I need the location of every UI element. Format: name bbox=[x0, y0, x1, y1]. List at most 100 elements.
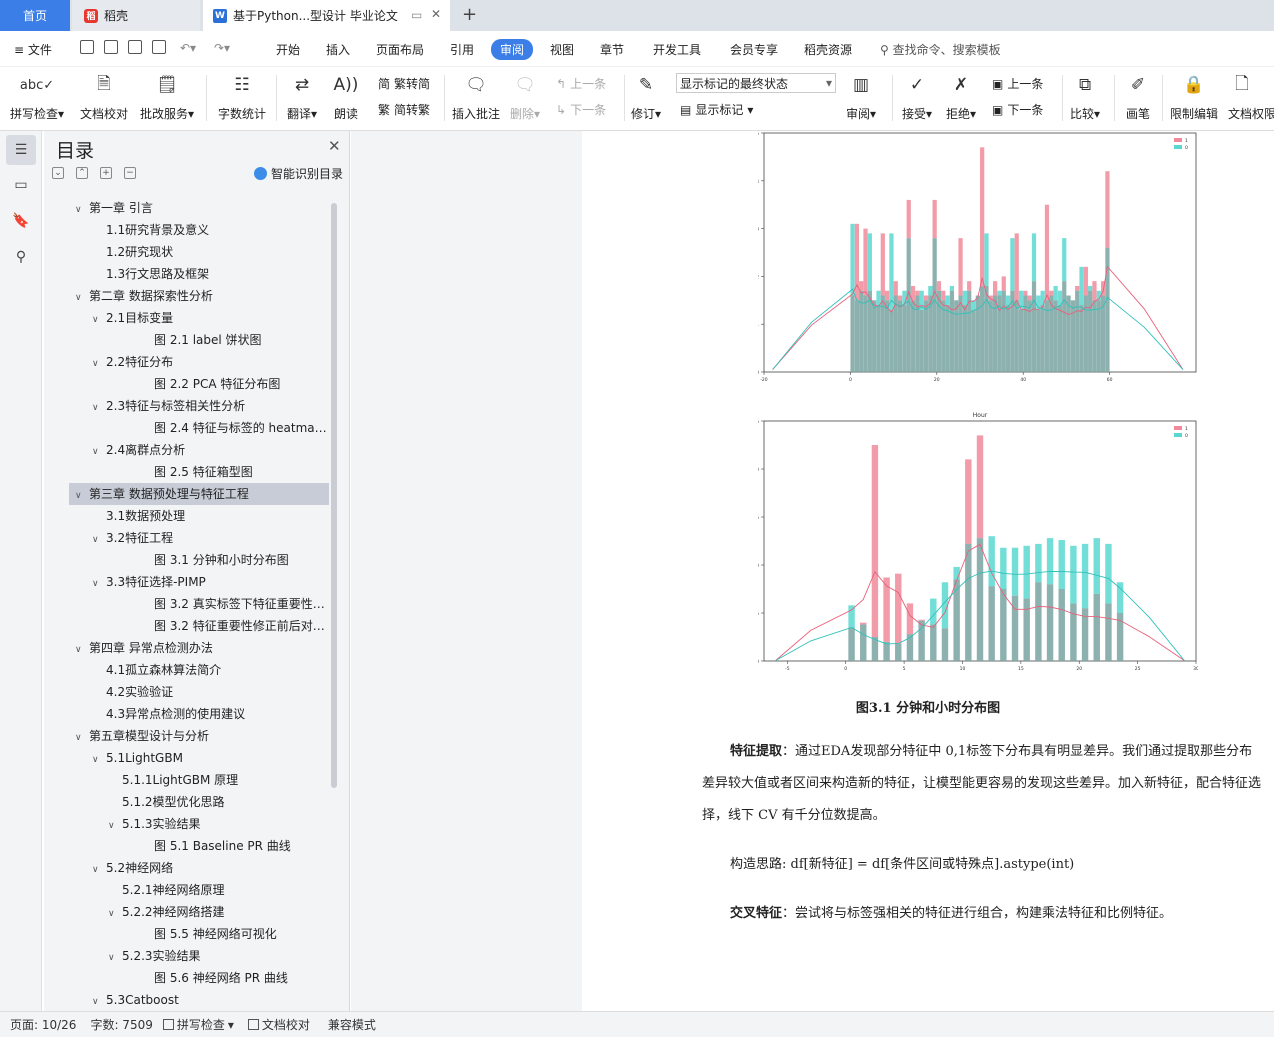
close-icon[interactable]: ✕ bbox=[328, 137, 341, 155]
word-count-indicator[interactable]: 字数: 7509 bbox=[90, 1016, 152, 1033]
collapse-all-icon[interactable]: ⌄ bbox=[52, 167, 64, 179]
delete-comment-button[interactable]: 🗨 删除▾ bbox=[510, 71, 540, 122]
toc-item[interactable]: 5.1.1LightGBM 原理 bbox=[69, 769, 329, 791]
new-tab-button[interactable]: + bbox=[462, 4, 477, 25]
chevron-down-icon[interactable]: ∨ bbox=[92, 309, 106, 329]
toc-item[interactable]: ∨ 2.2特征分布 bbox=[69, 351, 329, 373]
chevron-down-icon[interactable]: ∨ bbox=[75, 287, 89, 307]
insert-comment-button[interactable]: 🗨 插入批注 bbox=[452, 71, 500, 122]
chevron-down-icon[interactable]: ∨ bbox=[92, 749, 106, 769]
toc-item[interactable]: 图 2.1 label 饼状图 bbox=[69, 329, 329, 351]
print-icon[interactable] bbox=[128, 40, 142, 54]
toc-item[interactable]: ∨ 5.2.2神经网络搭建 bbox=[69, 901, 329, 923]
tab-document[interactable]: W 基于Python...型设计 毕业论文 ▭ ✕ bbox=[203, 0, 450, 31]
add-heading-icon[interactable]: + bbox=[100, 167, 112, 179]
print-preview-icon[interactable] bbox=[152, 40, 166, 54]
toc-item[interactable]: 图 3.2 真实标签下特征重要性分布图 bbox=[69, 593, 329, 615]
trad-to-simp-button[interactable]: 简繁转简 bbox=[378, 75, 430, 92]
toc-item[interactable]: 4.1孤立森林算法简介 bbox=[69, 659, 329, 681]
toc-item[interactable]: ∨ 第一章 引言 bbox=[69, 197, 329, 219]
read-aloud-button[interactable]: A)) 朗读 bbox=[332, 71, 360, 122]
chevron-down-icon[interactable]: ∨ bbox=[92, 573, 106, 593]
toc-item[interactable]: 1.3行文思路及框架 bbox=[69, 263, 329, 285]
compare-button[interactable]: ⧉ 比较▾ bbox=[1070, 71, 1100, 122]
toc-item[interactable]: ∨ 2.4离群点分析 bbox=[69, 439, 329, 461]
prev-comment-button[interactable]: ↰ 上一条 bbox=[556, 75, 606, 92]
menu-insert[interactable]: 插入 bbox=[326, 41, 350, 58]
menu-developer[interactable]: 开发工具 bbox=[653, 41, 701, 58]
doc-permission-button[interactable]: 🗋 文档权限 bbox=[1228, 71, 1274, 122]
menu-review[interactable]: 审阅 bbox=[491, 39, 534, 60]
next-change-button[interactable]: ▣ 下一条 bbox=[992, 101, 1043, 118]
status-spellcheck[interactable]: 拼写检查 ▾ bbox=[162, 1016, 234, 1033]
pen-button[interactable]: ✐ 画笔 bbox=[1124, 71, 1152, 122]
chevron-down-icon[interactable]: ∨ bbox=[92, 859, 106, 879]
bookmark-icon[interactable]: 🔖 bbox=[11, 211, 31, 231]
toc-item[interactable]: 图 3.2 特征重要性修正前后对比图 bbox=[69, 615, 329, 637]
menu-start[interactable]: 开始 bbox=[276, 41, 300, 58]
menu-references[interactable]: 引用 bbox=[450, 41, 474, 58]
toc-item[interactable]: 4.3异常点检测的使用建议 bbox=[69, 703, 329, 725]
toc-item[interactable]: ∨ 5.2神经网络 bbox=[69, 857, 329, 879]
toc-item[interactable]: 5.2.1神经网络原理 bbox=[69, 879, 329, 901]
save-icon[interactable] bbox=[80, 40, 94, 54]
toc-item[interactable]: 图 5.6 神经网络 PR 曲线 bbox=[69, 967, 329, 989]
toc-scrollbar[interactable] bbox=[331, 203, 337, 788]
menu-docer-resources[interactable]: 稻壳资源 bbox=[804, 41, 852, 58]
tab-home[interactable]: 首页 bbox=[0, 0, 70, 31]
toc-item[interactable]: ∨ 5.1LightGBM bbox=[69, 747, 329, 769]
chevron-down-icon[interactable]: ∨ bbox=[108, 903, 122, 923]
menu-section[interactable]: 章节 bbox=[600, 41, 624, 58]
show-markup-button[interactable]: ▤ 显示标记 ▾ bbox=[680, 101, 753, 118]
chevron-down-icon[interactable]: ∨ bbox=[92, 529, 106, 549]
page-indicator[interactable]: 页面: 10/26 bbox=[10, 1016, 76, 1033]
chevron-down-icon[interactable]: ∨ bbox=[92, 397, 106, 417]
remove-heading-icon[interactable]: − bbox=[124, 167, 136, 179]
prev-change-button[interactable]: ▣ 上一条 bbox=[992, 75, 1043, 92]
chapter-nav-icon[interactable]: ▭ bbox=[11, 175, 31, 195]
redo-icon[interactable]: ↷▾ bbox=[214, 41, 230, 55]
toc-item[interactable]: 图 2.5 特征箱型图 bbox=[69, 461, 329, 483]
markup-display-select[interactable]: 显示标记的最终状态 ▾ bbox=[676, 73, 836, 93]
toc-item[interactable]: 4.2实验验证 bbox=[69, 681, 329, 703]
toc-item[interactable]: ∨ 5.2.3实验结果 bbox=[69, 945, 329, 967]
menu-page-layout[interactable]: 页面布局 bbox=[376, 41, 424, 58]
batch-service-button[interactable]: 🗒 批改服务▾ bbox=[140, 71, 194, 122]
chevron-down-icon[interactable]: ∨ bbox=[75, 727, 89, 747]
toc-item[interactable]: 3.1数据预处理 bbox=[69, 505, 329, 527]
pin-window-icon[interactable]: ▭ bbox=[411, 8, 422, 22]
word-count-button[interactable]: ☷ 字数统计 bbox=[218, 71, 266, 122]
track-changes-button[interactable]: ✎ 修订▾ bbox=[631, 71, 661, 122]
spellcheck-button[interactable]: abc✓ 拼写检查▾ bbox=[10, 71, 64, 122]
toc-panel-icon[interactable]: ☰ bbox=[6, 135, 36, 165]
chevron-down-icon[interactable]: ∨ bbox=[92, 353, 106, 373]
chevron-down-icon[interactable]: ∨ bbox=[92, 441, 106, 461]
file-menu[interactable]: ≡ 文件 bbox=[14, 41, 52, 58]
doc-proof-button[interactable]: 🗎 文档校对 bbox=[80, 71, 128, 122]
toc-item[interactable]: ∨ 2.1目标变量 bbox=[69, 307, 329, 329]
chevron-down-icon[interactable]: ∨ bbox=[108, 947, 122, 967]
reject-button[interactable]: ✗ 拒绝▾ bbox=[946, 71, 976, 122]
command-search[interactable]: ⚲ 查找命令、搜索模板 bbox=[880, 41, 1001, 58]
export-pdf-icon[interactable] bbox=[104, 40, 118, 54]
document-page[interactable]: Density0.000.010.020.030.040.05-20020406… bbox=[582, 131, 1274, 1011]
toc-item[interactable]: 1.1研究背景及意义 bbox=[69, 219, 329, 241]
toc-item[interactable]: ∨ 2.3特征与标签相关性分析 bbox=[69, 395, 329, 417]
toc-item[interactable]: ∨ 3.2特征工程 bbox=[69, 527, 329, 549]
toc-item[interactable]: 图 2.2 PCA 特征分布图 bbox=[69, 373, 329, 395]
chevron-down-icon[interactable]: ∨ bbox=[75, 485, 89, 505]
toc-item[interactable]: ∨ 第二章 数据探索性分析 bbox=[69, 285, 329, 307]
toc-item[interactable]: 1.2研究现状 bbox=[69, 241, 329, 263]
toc-item[interactable]: 图 5.1 Baseline PR 曲线 bbox=[69, 835, 329, 857]
chevron-down-icon[interactable]: ∨ bbox=[108, 815, 122, 835]
toc-item[interactable]: ∨ 3.3特征选择-PIMP bbox=[69, 571, 329, 593]
toc-item[interactable]: 图 5.5 神经网络可视化 bbox=[69, 923, 329, 945]
toc-item[interactable]: ∨ 第三章 数据预处理与特征工程 bbox=[69, 483, 329, 505]
expand-up-icon[interactable]: ⌃ bbox=[76, 167, 88, 179]
review-pane-button[interactable]: ▥ 审阅▾ bbox=[846, 71, 876, 122]
toc-item[interactable]: ∨ 5.1.3实验结果 bbox=[69, 813, 329, 835]
translate-button[interactable]: ⇄ 翻译▾ bbox=[287, 71, 317, 122]
simp-to-trad-button[interactable]: 繁简转繁 bbox=[378, 101, 430, 118]
toc-item[interactable]: 图 3.1 分钟和小时分布图 bbox=[69, 549, 329, 571]
toc-item[interactable]: 图 2.4 特征与标签的 heatmap 相关性图 bbox=[69, 417, 329, 439]
